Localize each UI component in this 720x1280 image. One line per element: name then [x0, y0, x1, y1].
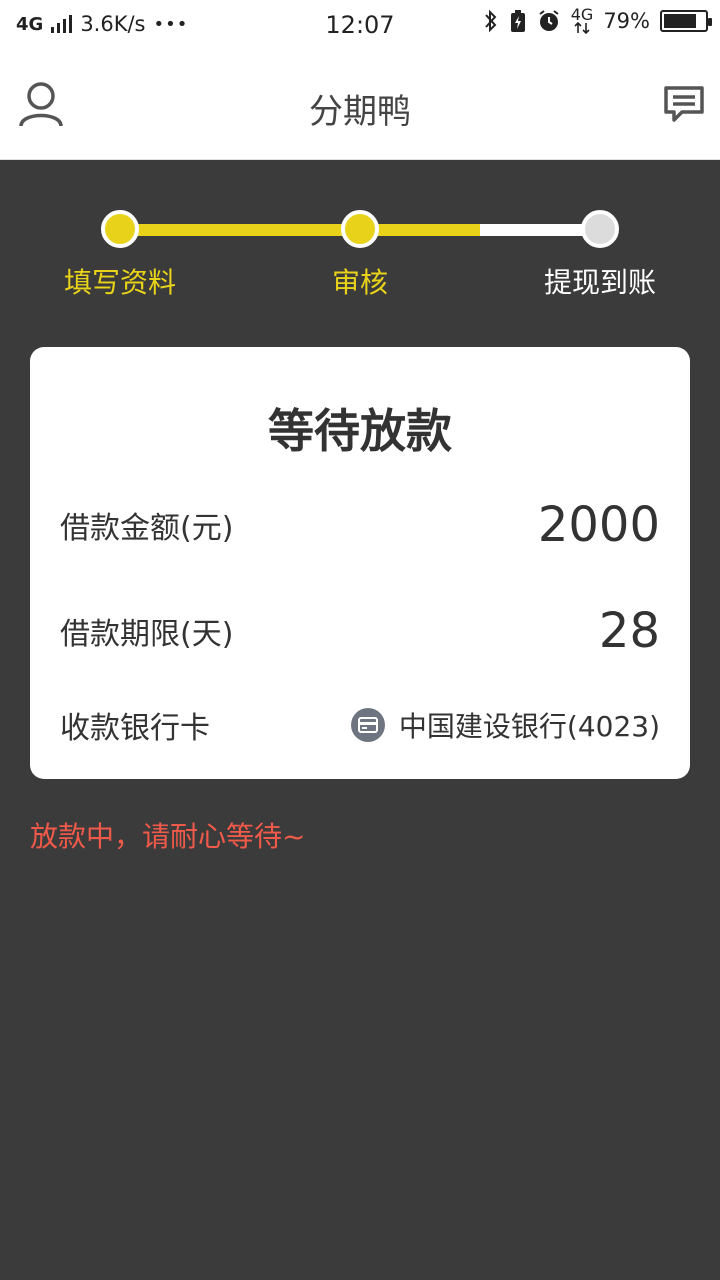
bluetooth-icon	[484, 9, 497, 33]
bank-label: 收款银行卡	[60, 711, 210, 746]
data-arrows-icon	[574, 22, 590, 34]
battery-saver-icon	[510, 10, 525, 32]
term-label: 借款期限(天)	[60, 617, 234, 652]
bank-row: 收款银行卡 中国建设银行(4023)	[60, 703, 660, 747]
amount-value: 2000	[537, 497, 660, 553]
step-dot-2	[341, 210, 379, 248]
step-dot-1	[101, 210, 139, 248]
page-title: 分期鸭	[309, 92, 411, 132]
step-dot-3	[581, 210, 619, 248]
step-label-fill-info: 填写资料	[63, 266, 176, 299]
status-right: 4G 79%	[483, 5, 712, 34]
alarm-icon	[539, 10, 559, 31]
message-icon	[664, 86, 704, 122]
progress-track-done	[120, 224, 480, 236]
status-bar: 4G 3.6K/s ••• 12:07 4G 79%	[0, 0, 720, 50]
amount-row: 借款金额(元) 2000	[60, 497, 660, 553]
loan-status-card: 等待放款 借款金额(元) 2000 借款期限(天) 28 收款银行卡 中国建设银…	[30, 347, 690, 779]
battery-icon	[660, 10, 712, 32]
term-row: 借款期限(天) 28	[60, 603, 660, 659]
bank-card-icon	[350, 708, 385, 742]
network-type-right: 4G	[570, 5, 594, 24]
message-button[interactable]	[662, 84, 706, 124]
battery-fill	[664, 14, 696, 28]
app-header: 分期鸭	[0, 50, 720, 160]
amount-label: 借款金额(元)	[60, 511, 234, 546]
battery-percent: 79%	[603, 9, 650, 33]
term-value: 28	[598, 603, 660, 659]
card-title: 等待放款	[268, 404, 452, 458]
status-notice: 放款中，请耐心等待~	[30, 820, 306, 853]
step-label-review: 审核	[331, 266, 388, 299]
bank-value-group: 中国建设银行(4023)	[350, 705, 660, 745]
progress-stepper: 填写资料 审核 提现到账	[0, 205, 720, 315]
step-label-withdraw: 提现到账	[543, 266, 656, 299]
bank-value: 中国建设银行(4023)	[398, 710, 660, 743]
